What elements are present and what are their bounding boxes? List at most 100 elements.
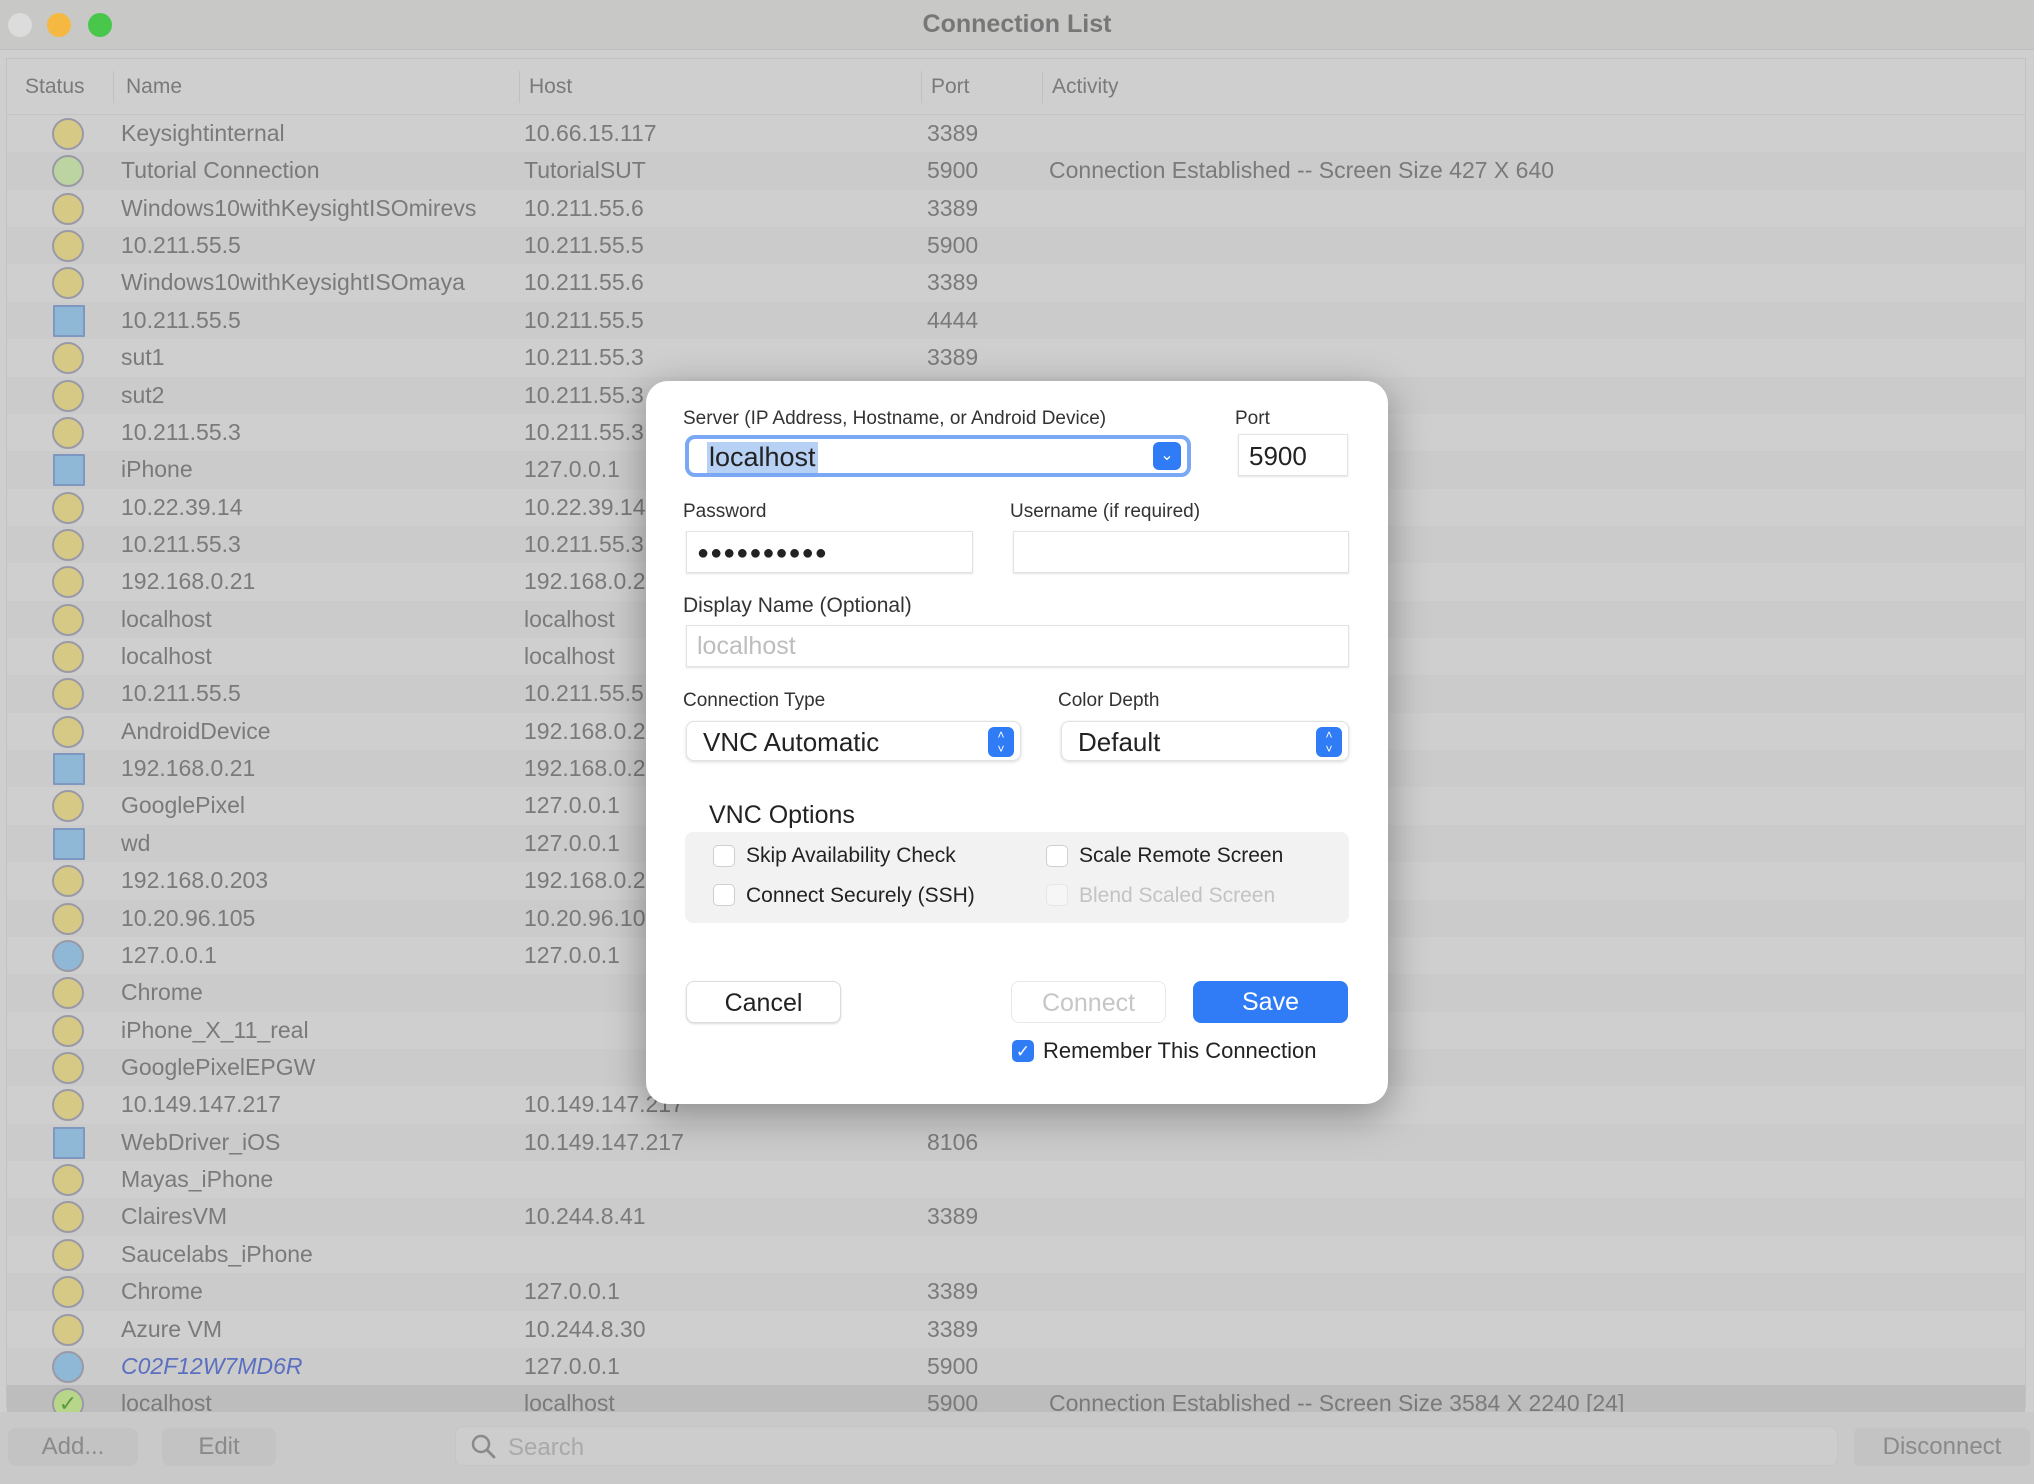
row-name: Azure VM bbox=[121, 1315, 222, 1342]
server-combobox[interactable]: localhost ⌄ bbox=[685, 435, 1191, 477]
scale-remote-screen-label[interactable]: Scale Remote Screen bbox=[1079, 844, 1283, 868]
row-name: GooglePixelEPGW bbox=[121, 1054, 316, 1080]
port-input[interactable]: 5900 bbox=[1249, 441, 1307, 472]
add-button[interactable]: Add... bbox=[8, 1428, 138, 1466]
table-row[interactable]: Saucelabs_iPhone bbox=[7, 1236, 2025, 1273]
row-name: Chrome bbox=[121, 979, 203, 1006]
password-label: Password bbox=[683, 501, 767, 522]
column-header-port[interactable]: Port bbox=[931, 75, 970, 99]
row-host: 10.149.147.217 bbox=[524, 1128, 684, 1155]
row-host: 10.211.55.3 bbox=[524, 381, 644, 408]
column-header-name[interactable]: Name bbox=[126, 75, 182, 99]
row-port: 3389 bbox=[927, 344, 979, 371]
password-input[interactable]: ●●●●●●●●●● bbox=[697, 542, 828, 565]
row-name: 192.168.0.203 bbox=[121, 867, 269, 894]
row-host: localhost bbox=[524, 605, 615, 632]
remember-connection-label[interactable]: Remember This Connection bbox=[1043, 1038, 1317, 1064]
save-button[interactable]: Save bbox=[1193, 981, 1348, 1023]
status-blue-circle-icon bbox=[52, 1350, 84, 1383]
table-row[interactable]: WebDriver_iOS 10.149.147.217 8106 bbox=[7, 1123, 2025, 1162]
table-row[interactable]: Azure VM 10.244.8.30 3389 bbox=[7, 1311, 2025, 1348]
vnc-options-title: VNC Options bbox=[709, 801, 855, 829]
row-name: Saucelabs_iPhone bbox=[121, 1240, 313, 1267]
row-port: 3389 bbox=[927, 1203, 979, 1230]
up-down-chevron-icon: ˄ ˅ bbox=[988, 727, 1014, 757]
search-field[interactable]: Search bbox=[455, 1426, 1838, 1466]
connection-dialog: Server (IP Address, Hostname, or Android… bbox=[646, 381, 1388, 1104]
table-row[interactable]: Tutorial Connection TutorialSUT 5900 Connec… bbox=[7, 152, 2025, 190]
color-depth-select[interactable]: Default ˄ ˅ bbox=[1061, 721, 1349, 761]
table-row[interactable]: Mayas_iPhone bbox=[7, 1161, 2025, 1198]
scale-remote-screen-checkbox[interactable] bbox=[1046, 845, 1068, 867]
row-host: 10.211.55.3 bbox=[524, 418, 644, 445]
connect-securely-ssh-checkbox[interactable] bbox=[713, 884, 735, 906]
column-header-host[interactable]: Host bbox=[529, 75, 572, 99]
row-name: Chrome bbox=[121, 1278, 203, 1305]
username-field[interactable] bbox=[1013, 531, 1349, 573]
port-field[interactable]: 5900 bbox=[1238, 434, 1348, 476]
row-name: 10.22.39.14 bbox=[121, 493, 243, 520]
row-host: 10.211.55.6 bbox=[524, 194, 644, 221]
row-name: AndroidDevice bbox=[121, 717, 271, 744]
status-idle-circle-icon bbox=[52, 1238, 84, 1271]
row-host: 127.0.0.1 bbox=[524, 456, 620, 483]
port-label: Port bbox=[1235, 408, 1270, 429]
search-icon bbox=[471, 1434, 496, 1459]
edit-button[interactable]: Edit bbox=[162, 1428, 276, 1466]
connection-type-select[interactable]: VNC Automatic ˄ ˅ bbox=[686, 721, 1021, 761]
status-idle-circle-icon bbox=[52, 566, 84, 599]
table-row[interactable]: Windows10withKeysightISOmirevs 10.211.55.… bbox=[7, 190, 2025, 227]
status-idle-circle-icon bbox=[52, 416, 84, 449]
connection-type-value: VNC Automatic bbox=[703, 727, 880, 757]
table-row[interactable]: ClairesVM 10.244.8.41 3389 bbox=[7, 1198, 2025, 1236]
column-header-activity[interactable]: Activity bbox=[1052, 75, 1119, 99]
status-idle-circle-icon bbox=[52, 192, 84, 225]
table-row[interactable]: sut1 10.211.55.3 3389 bbox=[7, 339, 2025, 376]
username-label: Username (if required) bbox=[1010, 501, 1201, 522]
column-divider[interactable] bbox=[113, 71, 114, 103]
search-input[interactable]: Search bbox=[508, 1434, 584, 1462]
skip-availability-check-checkbox[interactable] bbox=[713, 845, 735, 867]
table-row[interactable]: C02F12W7MD6R 127.0.0.1 5900 bbox=[7, 1347, 2025, 1386]
row-name: 10.20.96.105 bbox=[121, 904, 256, 931]
row-host: 10.244.8.41 bbox=[524, 1203, 646, 1230]
table-row[interactable]: Keysightinternal 10.66.15.117 3389 bbox=[7, 115, 2025, 152]
row-name: 10.211.55.5 bbox=[121, 680, 241, 707]
skip-availability-check-label[interactable]: Skip Availability Check bbox=[746, 844, 956, 868]
row-name: GooglePixel bbox=[121, 792, 246, 819]
table-row[interactable]: 10.211.55.5 10.211.55.5 5900 bbox=[7, 227, 2025, 265]
row-host: 10.211.55.5 bbox=[524, 306, 644, 333]
row-host: 192.168.0.21 bbox=[524, 568, 659, 595]
chevron-down-icon[interactable]: ⌄ bbox=[1153, 442, 1181, 470]
server-input[interactable]: localhost bbox=[707, 442, 818, 473]
status-idle-circle-icon bbox=[52, 1089, 84, 1122]
connect-securely-ssh-label[interactable]: Connect Securely (SSH) bbox=[746, 884, 975, 908]
row-host: 127.0.0.1 bbox=[524, 941, 620, 968]
row-host: 10.211.55.5 bbox=[524, 680, 644, 707]
status-device-square-icon bbox=[53, 827, 85, 860]
cancel-button[interactable]: Cancel bbox=[686, 981, 841, 1023]
table-row[interactable]: Chrome 127.0.0.1 3389 bbox=[7, 1273, 2025, 1311]
remember-connection-checkbox[interactable]: ✓ bbox=[1012, 1040, 1034, 1062]
bottom-toolbar: Add... Edit Search Disconnect bbox=[0, 1412, 2034, 1484]
display-name-field[interactable]: localhost bbox=[686, 625, 1349, 667]
row-host: 10.20.96.105 bbox=[524, 904, 659, 931]
row-name: wd bbox=[121, 829, 151, 856]
column-divider[interactable] bbox=[921, 71, 922, 103]
password-field[interactable]: ●●●●●●●●●● bbox=[686, 531, 973, 573]
display-name-input[interactable]: localhost bbox=[697, 632, 796, 661]
row-port: 3389 bbox=[927, 194, 979, 221]
row-name: Mayas_iPhone bbox=[121, 1166, 274, 1193]
table-row[interactable]: Windows10withKeysightISOmaya 10.211.55.6 3… bbox=[7, 264, 2025, 301]
status-idle-circle-icon bbox=[52, 118, 84, 150]
blend-scaled-screen-label: Blend Scaled Screen bbox=[1079, 884, 1276, 907]
disconnect-button[interactable]: Disconnect bbox=[1854, 1428, 2030, 1466]
row-name: localhost bbox=[121, 605, 212, 632]
row-activity: Connection Established -- Screen Size 42… bbox=[1049, 157, 1555, 184]
column-header-status[interactable]: Status bbox=[25, 75, 85, 99]
table-row[interactable]: 10.211.55.5 10.211.55.5 4444 bbox=[7, 301, 2025, 340]
column-divider[interactable] bbox=[1042, 71, 1043, 103]
column-divider[interactable] bbox=[519, 71, 520, 103]
row-name: Tutorial Connection bbox=[121, 157, 320, 184]
table-header: Status Name Host Port Activity bbox=[7, 59, 2025, 115]
